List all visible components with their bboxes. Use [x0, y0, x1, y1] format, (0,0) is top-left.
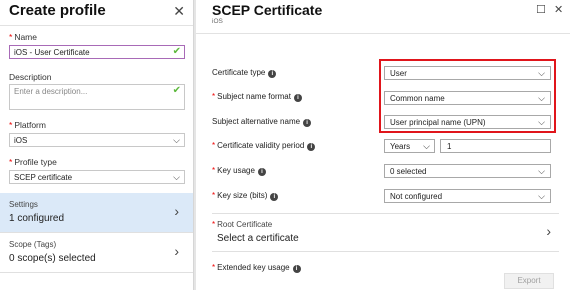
scope-value: 0 scope(s) selected [9, 253, 96, 264]
validity-value-input[interactable]: 1 [440, 139, 551, 153]
chevron-right-icon: › [174, 203, 179, 219]
close-icon[interactable]: ✕ [554, 3, 563, 16]
scope-tags-nav[interactable]: Scope (Tags) 0 scope(s) selected › [0, 233, 193, 273]
subject-alt-name-select[interactable]: User principal name (UPN) ⌵ [384, 115, 551, 129]
settings-label: Settings [9, 200, 38, 209]
root-certificate-nav[interactable]: * Root Certificate Select a certificate › [212, 213, 559, 252]
chevron-down-icon: ⌵ [538, 191, 545, 201]
maximize-icon[interactable]: ☐ [536, 3, 546, 16]
info-icon[interactable]: i [257, 168, 266, 176]
blade-title: SCEP Certificate [212, 2, 323, 18]
info-icon[interactable]: i [268, 70, 277, 78]
check-icon: ✔ [172, 85, 181, 96]
info-icon[interactable]: i [292, 265, 301, 273]
check-icon: ✔ [172, 46, 181, 57]
root-certificate-value: Select a certificate [217, 233, 299, 244]
chevron-right-icon: › [174, 243, 179, 259]
certificate-type-label: Certificate type i [212, 68, 277, 78]
settings-nav[interactable]: Settings 1 configured › [0, 193, 193, 233]
name-label: * Name [9, 32, 37, 42]
name-field[interactable]: iOS - User Certificate ✔ [9, 45, 185, 59]
info-icon[interactable]: i [307, 143, 316, 151]
chevron-down-icon: ⌵ [538, 68, 545, 78]
chevron-right-icon: › [546, 223, 551, 239]
divider [196, 33, 570, 34]
validity-unit-select[interactable]: Years ⌵ [384, 139, 435, 153]
create-profile-blade: Create profile ✕ * Name iOS - User Certif… [0, 0, 194, 290]
scope-label: Scope (Tags) [9, 240, 57, 249]
subject-name-format-select[interactable]: Common name ⌵ [384, 91, 551, 105]
blade-subtitle: iOS [212, 18, 223, 25]
info-icon[interactable]: i [270, 193, 279, 201]
profile-type-select[interactable]: SCEP certificate ⌵ [9, 170, 185, 184]
profile-type-label: * Profile type [9, 157, 57, 167]
scep-certificate-blade: SCEP Certificate iOS ☐ ✕ Certificate typ… [196, 0, 570, 290]
export-button[interactable]: Export [504, 273, 554, 289]
info-icon[interactable]: i [303, 119, 312, 127]
chevron-down-icon: ⌵ [538, 117, 545, 127]
platform-select[interactable]: iOS ⌵ [9, 133, 185, 147]
key-size-select[interactable]: Not configured ⌵ [384, 189, 551, 203]
key-usage-label: * Key usage i [212, 166, 266, 176]
subject-name-format-label: * Subject name format i [212, 92, 302, 102]
chevron-down-icon: ⌵ [538, 93, 545, 103]
close-icon[interactable]: ✕ [173, 3, 185, 20]
info-icon[interactable]: i [293, 94, 302, 102]
chevron-down-icon: ⌵ [538, 166, 545, 176]
divider [0, 25, 193, 26]
eku-label: * Extended key usage i [212, 263, 301, 273]
chevron-down-icon: ⌵ [173, 135, 180, 145]
subject-alt-name-label: Subject alternative name i [212, 117, 312, 127]
chevron-down-icon: ⌵ [423, 141, 430, 151]
description-field[interactable]: Enter a description... ✔ [9, 84, 185, 110]
description-label: Description [9, 72, 52, 82]
key-usage-select[interactable]: 0 selected ⌵ [384, 164, 551, 178]
settings-value: 1 configured [9, 213, 65, 224]
platform-label: * Platform [9, 120, 46, 130]
root-certificate-label: * Root Certificate [212, 220, 273, 229]
key-size-label: * Key size (bits) i [212, 191, 279, 201]
validity-label: * Certificate validity period i [212, 141, 316, 151]
blade-title: Create profile [9, 2, 106, 19]
chevron-down-icon: ⌵ [173, 172, 180, 182]
certificate-type-select[interactable]: User ⌵ [384, 66, 551, 80]
